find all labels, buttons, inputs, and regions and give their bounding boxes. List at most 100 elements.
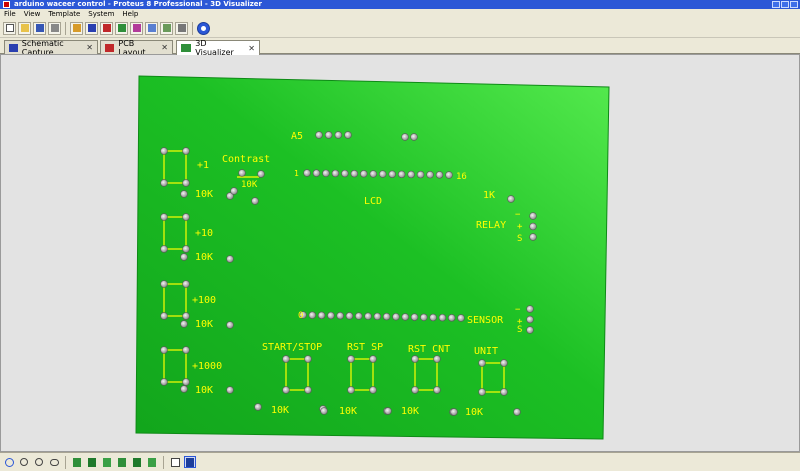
tab-3d-visualizer[interactable]: 3D Visualizer ✕ [176,39,260,57]
design-explorer-button[interactable] [160,21,173,35]
save-button[interactable] [33,21,46,35]
zoom-out-button[interactable] [33,456,45,468]
view-front-button[interactable] [86,456,98,468]
pcb-pad [182,213,190,221]
bom-icon [147,24,156,32]
close-project-button[interactable] [48,21,61,35]
close-icon[interactable]: ✕ [161,43,168,52]
label-start-stop: START/STOP [262,342,322,353]
pcb-pad [254,403,262,411]
3d-visualizer-button[interactable] [115,21,128,35]
schematic-icon [9,43,18,52]
pcb-pad [324,131,333,139]
view-top-button[interactable] [71,456,83,468]
pcb-pad [182,312,190,320]
menu-system[interactable]: System [84,9,118,19]
pcb-pad [160,179,168,187]
pcb-pad [355,312,363,320]
pcb-pad [438,313,447,322]
pcb-pad [420,313,428,321]
view-right-icon [118,457,126,467]
pcb-pad [331,169,340,178]
tab-pcb-layout[interactable]: PCB Layout ✕ [100,39,173,57]
label-a5: A5 [291,131,303,142]
help-icon [201,25,206,31]
open-file-button[interactable] [18,21,31,35]
label-10k-contrast: 10K [241,180,258,190]
window-controls [772,1,798,8]
close-window-button[interactable] [790,1,798,8]
home-button[interactable] [70,21,83,35]
pcb-pad [435,171,444,179]
pcb-pad [226,386,234,394]
pcb-pad [282,386,290,394]
new-file-button[interactable] [3,21,16,35]
pcb-pad [345,312,354,320]
pcb-pad [507,195,515,203]
pcb-pad [334,131,343,139]
view-back-button[interactable] [131,456,143,468]
label-lcd-pin16: 16 [456,172,467,182]
view-left-button[interactable] [101,456,113,468]
pcb-pad [526,315,534,324]
pcb-pad [392,313,400,321]
close-icon[interactable]: ✕ [248,44,255,53]
pcb-pad [226,255,234,263]
maximize-button[interactable] [781,1,789,8]
label-lcd-pin1: 1 [294,169,299,178]
orbit-button[interactable] [48,456,60,468]
pcb-pad [226,321,234,329]
minimize-button[interactable] [772,1,780,8]
toolbar-separator [192,21,193,35]
3d-viewport[interactable]: A5 Contrast 1 16 LCD 1K RELAY − + S SENS… [0,54,800,452]
pcb-pad [317,311,326,320]
menu-help[interactable]: Help [118,9,142,19]
menu-template[interactable]: Template [44,9,84,19]
pcb-pad [320,407,328,415]
menu-file[interactable]: File [0,9,20,19]
view-right-button[interactable] [116,456,128,468]
pcb-pad [529,212,537,220]
pcb-pad [369,355,377,363]
window-title: arduino waceer control - Proteus 8 Profe… [14,0,263,8]
pcb-pad [336,312,344,320]
pan-button[interactable] [3,456,15,468]
view-back-icon [133,457,141,467]
tab-label: 3D Visualizer [195,39,234,57]
orbit-icon [49,458,59,466]
close-project-icon [50,24,59,32]
label-sensor: SENSOR [467,315,504,326]
save-icon [35,24,44,32]
pan-icon [4,457,14,467]
label-step-100: +100 [192,295,216,306]
label-relay: RELAY [476,220,506,231]
pcb-button[interactable] [100,21,113,35]
pcb-pad [529,222,537,231]
view-top-icon [73,457,81,467]
pcb-pad [180,190,188,198]
zoom-in-button[interactable] [18,456,30,468]
pcb-pad [526,326,534,334]
help-button[interactable] [197,21,210,35]
bom-button[interactable] [145,21,158,35]
3d-visualizer-icon [181,44,192,52]
pcb-pad [160,378,168,386]
menu-view[interactable]: View [20,9,45,19]
pcb-pad [410,313,419,321]
label-10k-7: 10K [401,406,419,417]
pcb-pad [478,388,486,396]
pcb-pad [416,170,425,179]
show-components-button[interactable] [169,456,181,468]
label-10k-8: 10K [465,407,483,418]
view-iso-icon [148,457,156,467]
source-code-button[interactable] [175,21,188,35]
toolbar-separator [65,21,66,35]
view-iso-button[interactable] [146,456,158,468]
tab-schematic-capture[interactable]: Schematic Capture ✕ [4,39,98,57]
pcb-pad [433,386,441,394]
show-board-button[interactable] [184,456,196,468]
close-icon[interactable]: ✕ [86,43,93,52]
label-lcd: LCD [364,196,382,207]
schematic-button[interactable] [85,21,98,35]
gerber-button[interactable] [130,21,143,35]
